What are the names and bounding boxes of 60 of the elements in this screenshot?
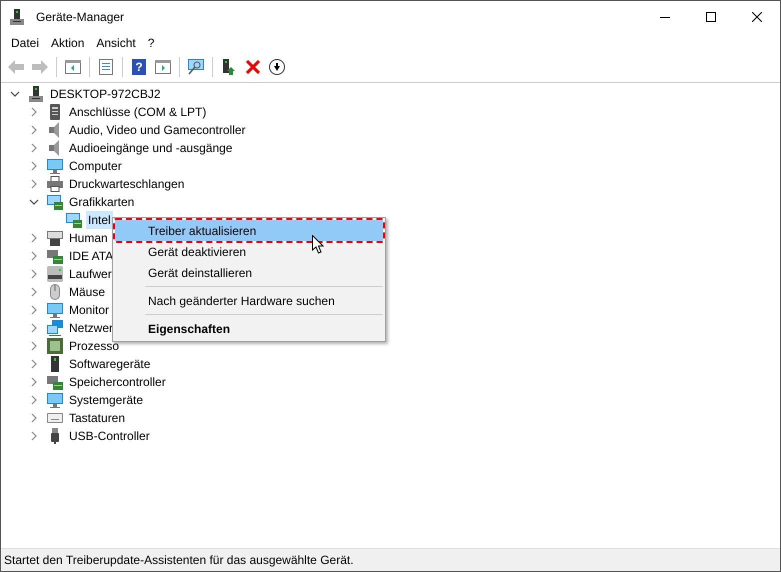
status-text: Startet den Treiberupdate-Assistenten für das ausgewählte Gerät. bbox=[4, 552, 354, 569]
maximize-icon bbox=[706, 12, 716, 22]
drive-icon bbox=[47, 266, 63, 282]
properties-icon bbox=[99, 59, 113, 75]
monitor-icon bbox=[47, 158, 63, 174]
cursor-icon bbox=[312, 235, 324, 254]
mouse-icon bbox=[47, 284, 63, 300]
close-icon bbox=[752, 12, 762, 22]
tree-item[interactable]: Systemgeräte bbox=[67, 391, 146, 409]
menu-item[interactable]: Nach geänderter Hardware suchen bbox=[115, 290, 383, 311]
menu-item[interactable]: ? bbox=[142, 32, 160, 54]
card-icon bbox=[47, 248, 63, 264]
menu-item[interactable]: Datei bbox=[5, 32, 46, 54]
menu-item[interactable]: Eigenschaften bbox=[115, 318, 383, 339]
download-button[interactable] bbox=[266, 56, 288, 78]
app-icon bbox=[9, 8, 25, 24]
tree-item[interactable]: Mäuse bbox=[67, 283, 108, 301]
tree-item[interactable]: DESKTOP-972CBJ2 bbox=[48, 85, 162, 103]
tree-item[interactable]: Druckwarteschlangen bbox=[67, 175, 186, 193]
menu-item[interactable]: Treiber aktualisieren bbox=[115, 220, 383, 241]
tree-item[interactable]: Intel bbox=[86, 211, 113, 229]
forward-arrow-icon bbox=[32, 60, 48, 74]
tree-item[interactable]: Netzwer bbox=[67, 319, 116, 337]
panel-icon bbox=[65, 60, 81, 74]
tree-item[interactable]: Audio, Video und Gamecontroller bbox=[67, 121, 248, 139]
tree-item[interactable]: Human bbox=[67, 229, 110, 247]
network-icon bbox=[47, 320, 63, 336]
computer-icon bbox=[28, 86, 44, 102]
port-icon bbox=[47, 104, 63, 120]
download-icon bbox=[269, 59, 285, 75]
window-title: Geräte-Manager bbox=[36, 8, 124, 26]
monitor-icon bbox=[47, 392, 63, 408]
card-icon bbox=[47, 374, 63, 390]
tree-item[interactable]: Speichercontroller bbox=[67, 373, 168, 391]
display-card-icon bbox=[66, 212, 82, 228]
display-card-icon bbox=[47, 194, 63, 210]
tree-item[interactable]: Laufwer bbox=[67, 265, 114, 283]
tree-item[interactable]: USB-Controller bbox=[67, 427, 152, 445]
tree-item[interactable]: IDE ATA bbox=[67, 247, 116, 265]
chip-icon bbox=[47, 338, 63, 354]
printer-icon bbox=[47, 176, 63, 192]
tree-item[interactable]: Computer bbox=[67, 157, 124, 175]
monitor-search-icon bbox=[188, 59, 204, 75]
tree-item[interactable]: Monitor bbox=[67, 301, 112, 319]
panel-icon bbox=[155, 60, 171, 74]
monitor-icon bbox=[47, 302, 63, 318]
menu-item[interactable]: Aktion bbox=[45, 32, 90, 54]
tree-item[interactable]: Anschlüsse (COM & LPT) bbox=[67, 103, 208, 121]
tree-item[interactable]: Audioeingänge und -ausgänge bbox=[67, 139, 234, 157]
remove-icon bbox=[246, 60, 260, 74]
device-update-icon bbox=[223, 59, 235, 75]
tree-item[interactable]: Prozesso bbox=[67, 337, 122, 355]
tree-item[interactable]: Softwaregeräte bbox=[67, 355, 152, 373]
tree-item[interactable]: Tastaturen bbox=[67, 409, 128, 427]
menu-item[interactable]: Ansicht bbox=[90, 32, 142, 54]
help-button[interactable]: ? bbox=[132, 59, 146, 75]
tree-item[interactable]: Grafikkarten bbox=[67, 193, 136, 211]
menu-item[interactable]: Gerät deinstallieren bbox=[115, 262, 383, 283]
menu-item[interactable]: Gerät deaktivieren bbox=[115, 241, 383, 262]
back-arrow-icon bbox=[8, 60, 24, 74]
